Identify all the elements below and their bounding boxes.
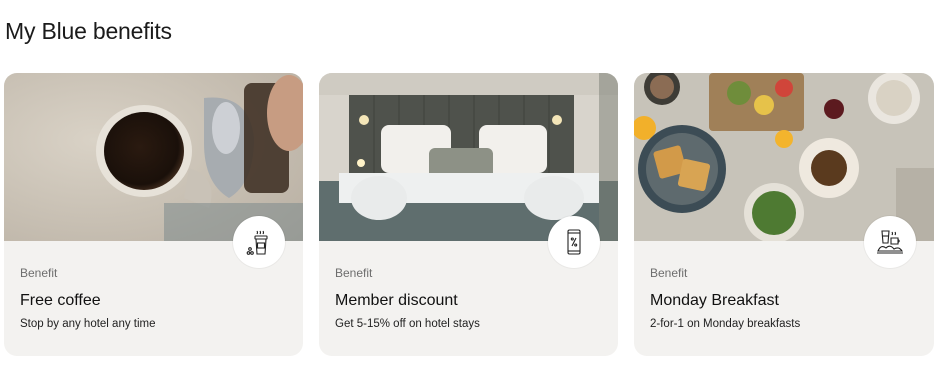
breakfast-icon <box>877 230 903 254</box>
coffee-cup-icon <box>246 230 268 255</box>
card-tag: Benefit <box>335 266 373 280</box>
card-title[interactable]: Monday Breakfast <box>650 292 779 310</box>
breakfast-badge <box>864 216 916 268</box>
benefit-card-monday-breakfast[interactable]: Benefit Monday Breakfast 2-for-1 on Mond… <box>634 73 934 356</box>
card-tag: Benefit <box>20 266 58 280</box>
benefit-card-member-discount[interactable]: Benefit Member discount Get 5-15% off on… <box>319 73 618 356</box>
card-title[interactable]: Free coffee <box>20 292 101 310</box>
card-description: Stop by any hotel any time <box>20 318 156 330</box>
phone-percent-icon <box>567 229 581 255</box>
page-title: My Blue benefits <box>5 18 172 44</box>
card-tag: Benefit <box>650 266 688 280</box>
card-description: Get 5-15% off on hotel stays <box>335 318 480 330</box>
card-description: 2-for-1 on Monday breakfasts <box>650 318 801 330</box>
card-title[interactable]: Member discount <box>335 292 458 310</box>
phone-percent-badge <box>548 216 600 268</box>
coffee-cup-badge <box>233 216 285 268</box>
benefit-card-free-coffee[interactable]: Benefit Free coffee Stop by any hotel an… <box>4 73 303 356</box>
